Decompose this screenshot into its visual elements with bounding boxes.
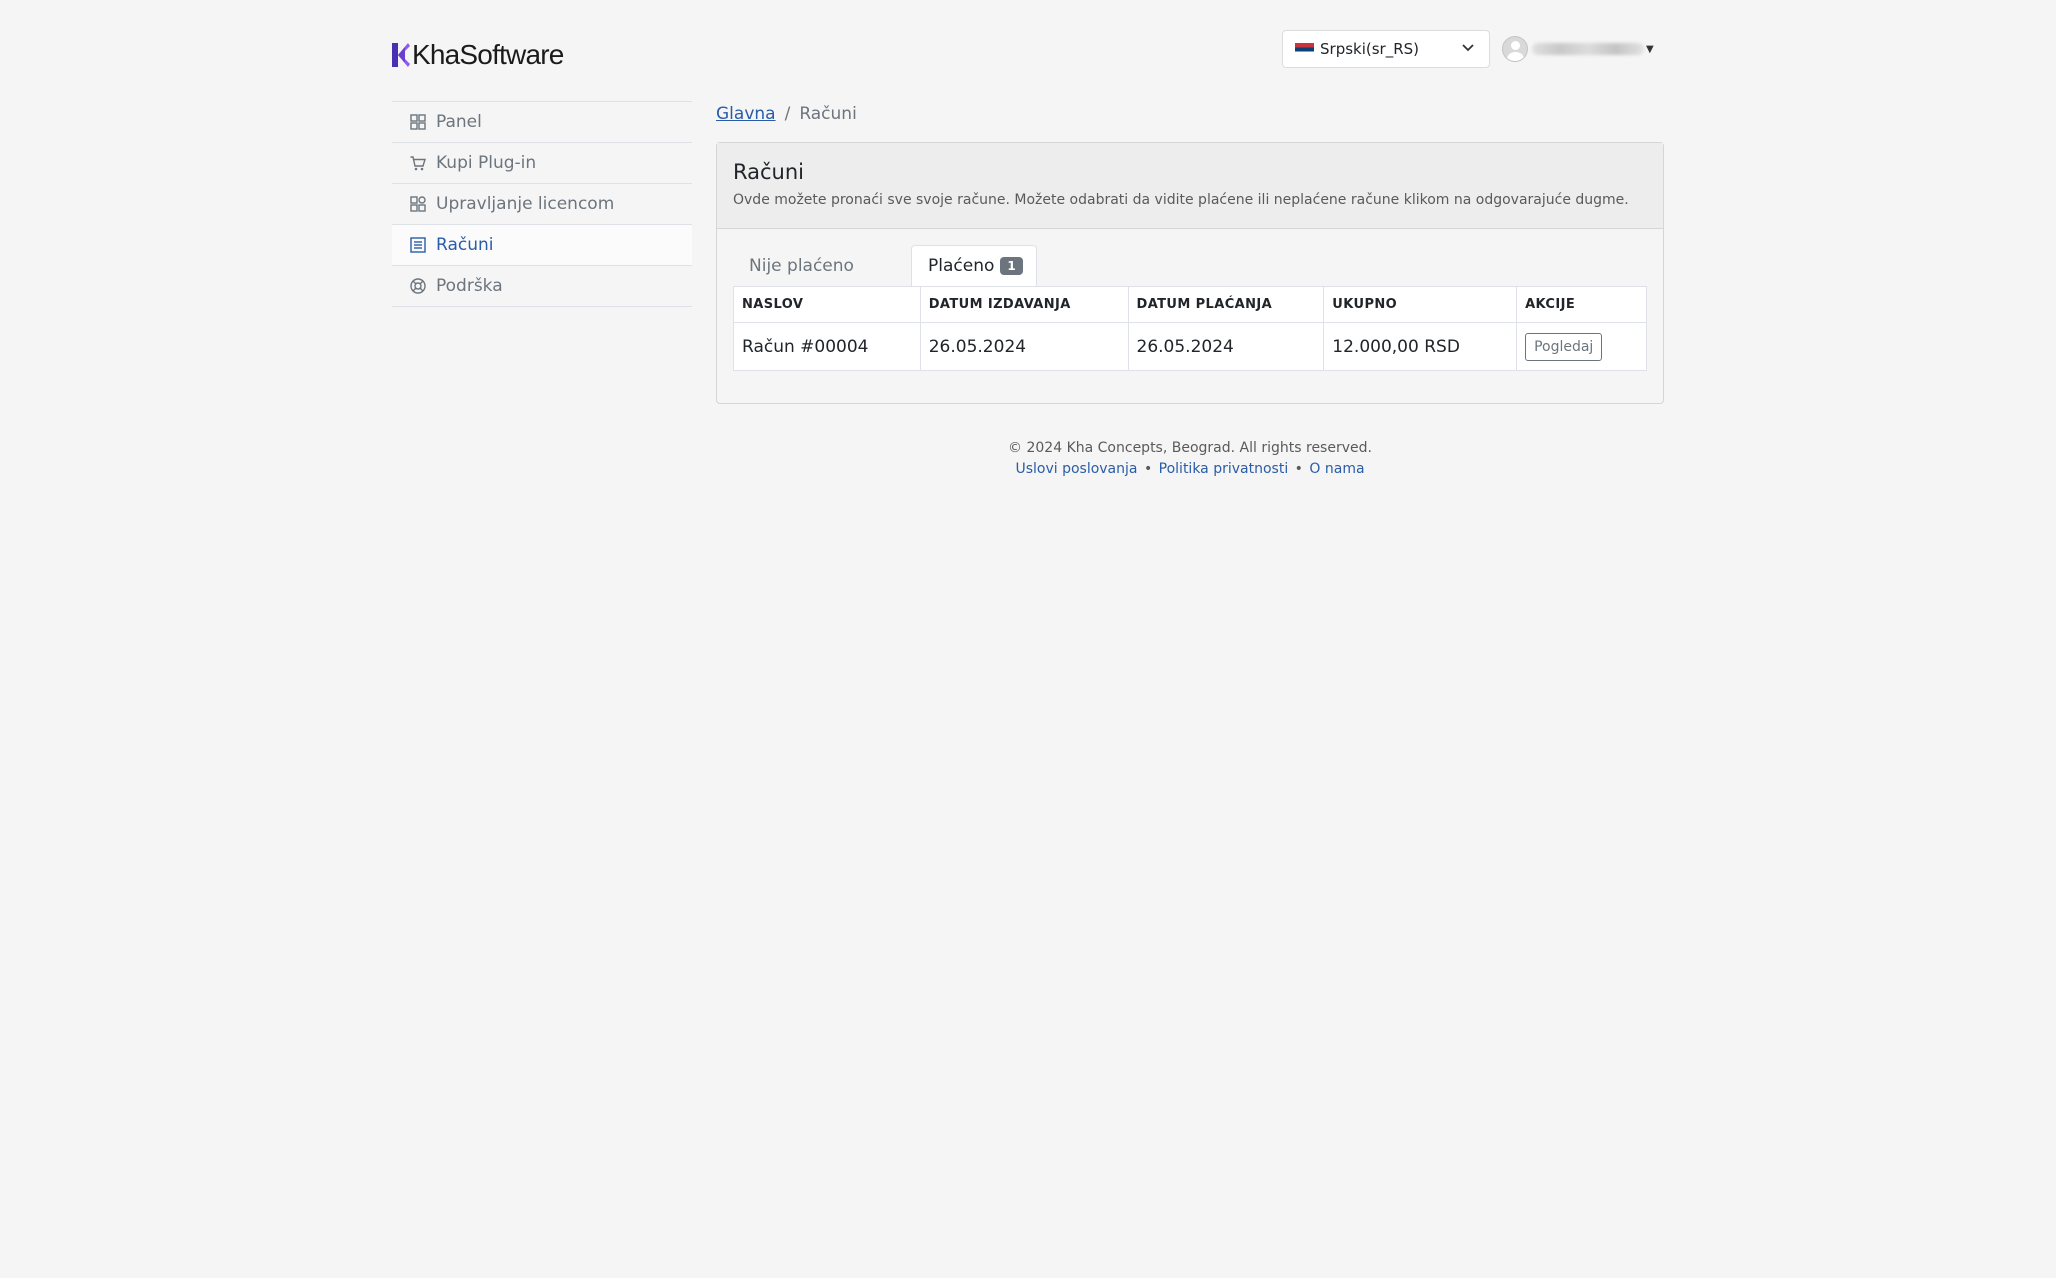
caret-down-icon: ▼ <box>1646 43 1654 55</box>
breadcrumb: Glavna / Računi <box>716 104 857 124</box>
sidebar-item-label: Kupi Plug-in <box>436 153 537 173</box>
footer: © 2024 Kha Concepts, Beograd. All rights… <box>716 438 1664 480</box>
view-invoice-button[interactable]: Pogledaj <box>1525 332 1603 361</box>
terms-link[interactable]: Uslovi poslovanja <box>1015 461 1137 477</box>
invoices-card: Računi Ovde možete pronaći sve svoje rač… <box>716 142 1664 404</box>
sidebar-item-invoices[interactable]: Računi <box>392 225 692 266</box>
sidebar-item-label: Podrška <box>436 276 503 296</box>
tab-label: Nije plaćeno <box>749 256 854 276</box>
user-name-redacted <box>1532 43 1644 55</box>
sidebar-item-label: Računi <box>436 235 494 255</box>
language-label: Srpski(sr_RS) <box>1320 40 1420 58</box>
footer-links: Uslovi poslovanja • Politika privatnosti… <box>716 459 1664 480</box>
cell-issued: 26.05.2024 <box>919 322 1129 371</box>
cell-actions: Pogledaj <box>1516 322 1647 371</box>
logo[interactable]: KhaSoftware <box>392 38 564 72</box>
kha-logo-icon <box>392 43 410 67</box>
logo-text: KhaSoftware <box>412 39 564 70</box>
cell-total: 12.000,00 RSD <box>1323 322 1518 371</box>
about-link[interactable]: O nama <box>1309 461 1364 477</box>
breadcrumb-separator: / <box>784 104 791 124</box>
privacy-link[interactable]: Politika privatnosti <box>1159 461 1289 477</box>
footer-separator: • <box>1294 461 1303 477</box>
sidebar-item-support[interactable]: Podrška <box>392 266 692 307</box>
copyright-text: © 2024 Kha Concepts, Beograd. All rights… <box>1008 440 1372 456</box>
user-menu[interactable]: ▼ <box>1502 34 1654 64</box>
chevron-down-icon <box>1461 40 1475 58</box>
language-select[interactable]: Srpski(sr_RS) <box>1282 30 1490 68</box>
tab-paid[interactable]: Plaćeno 1 <box>911 245 1037 287</box>
cell-paid: 26.05.2024 <box>1127 322 1325 371</box>
invoices-table: NASLOV DATUM IZDAVANJA DATUM PLAĆANJA UK… <box>733 286 1647 371</box>
column-header-issued: DATUM IZDAVANJA <box>919 286 1129 323</box>
top-header: KhaSoftware Srpski(sr_RS) ▼ <box>392 30 1664 72</box>
sidebar-item-label: Upravljanje licencom <box>436 194 615 214</box>
sidebar-item-label: Panel <box>436 112 482 132</box>
tab-unpaid[interactable]: Nije plaćeno <box>733 245 893 287</box>
grid-icon <box>410 114 426 130</box>
list-icon <box>410 237 426 253</box>
column-header-actions: AKCIJE <box>1516 286 1647 323</box>
invoice-tabs: Nije plaćeno Plaćeno 1 <box>733 245 1647 287</box>
breadcrumb-home-link[interactable]: Glavna <box>716 104 776 124</box>
column-header-title: NASLOV <box>733 286 921 323</box>
cell-title: Račun #00004 <box>733 322 921 371</box>
page-description: Ovde možete pronaći sve svoje račune. Mo… <box>733 192 1629 208</box>
breadcrumb-current: Računi <box>799 104 857 124</box>
serbia-flag-icon <box>1295 42 1314 56</box>
apps-icon <box>410 196 426 212</box>
count-badge: 1 <box>1000 257 1023 275</box>
sidebar: Panel Kupi Plug-in Upravljanje licencom … <box>392 101 692 307</box>
lifebuoy-icon <box>410 278 426 294</box>
sidebar-item-panel[interactable]: Panel <box>392 102 692 143</box>
invoices-table-wrap: NASLOV DATUM IZDAVANJA DATUM PLAĆANJA UK… <box>733 286 1647 371</box>
column-header-total: UKUPNO <box>1323 286 1518 323</box>
avatar <box>1502 36 1528 62</box>
cart-icon <box>410 155 426 171</box>
footer-separator: • <box>1143 461 1153 477</box>
sidebar-item-buy-plugin[interactable]: Kupi Plug-in <box>392 143 692 184</box>
table-row: Račun #00004 26.05.2024 26.05.2024 12.00… <box>733 322 1647 371</box>
card-header: Računi Ovde možete pronaći sve svoje rač… <box>717 143 1663 229</box>
sidebar-item-license[interactable]: Upravljanje licencom <box>392 184 692 225</box>
page-title: Računi <box>733 160 804 184</box>
tab-label: Plaćeno <box>928 256 995 276</box>
table-header-row: NASLOV DATUM IZDAVANJA DATUM PLAĆANJA UK… <box>733 286 1647 323</box>
column-header-paid: DATUM PLAĆANJA <box>1127 286 1325 323</box>
